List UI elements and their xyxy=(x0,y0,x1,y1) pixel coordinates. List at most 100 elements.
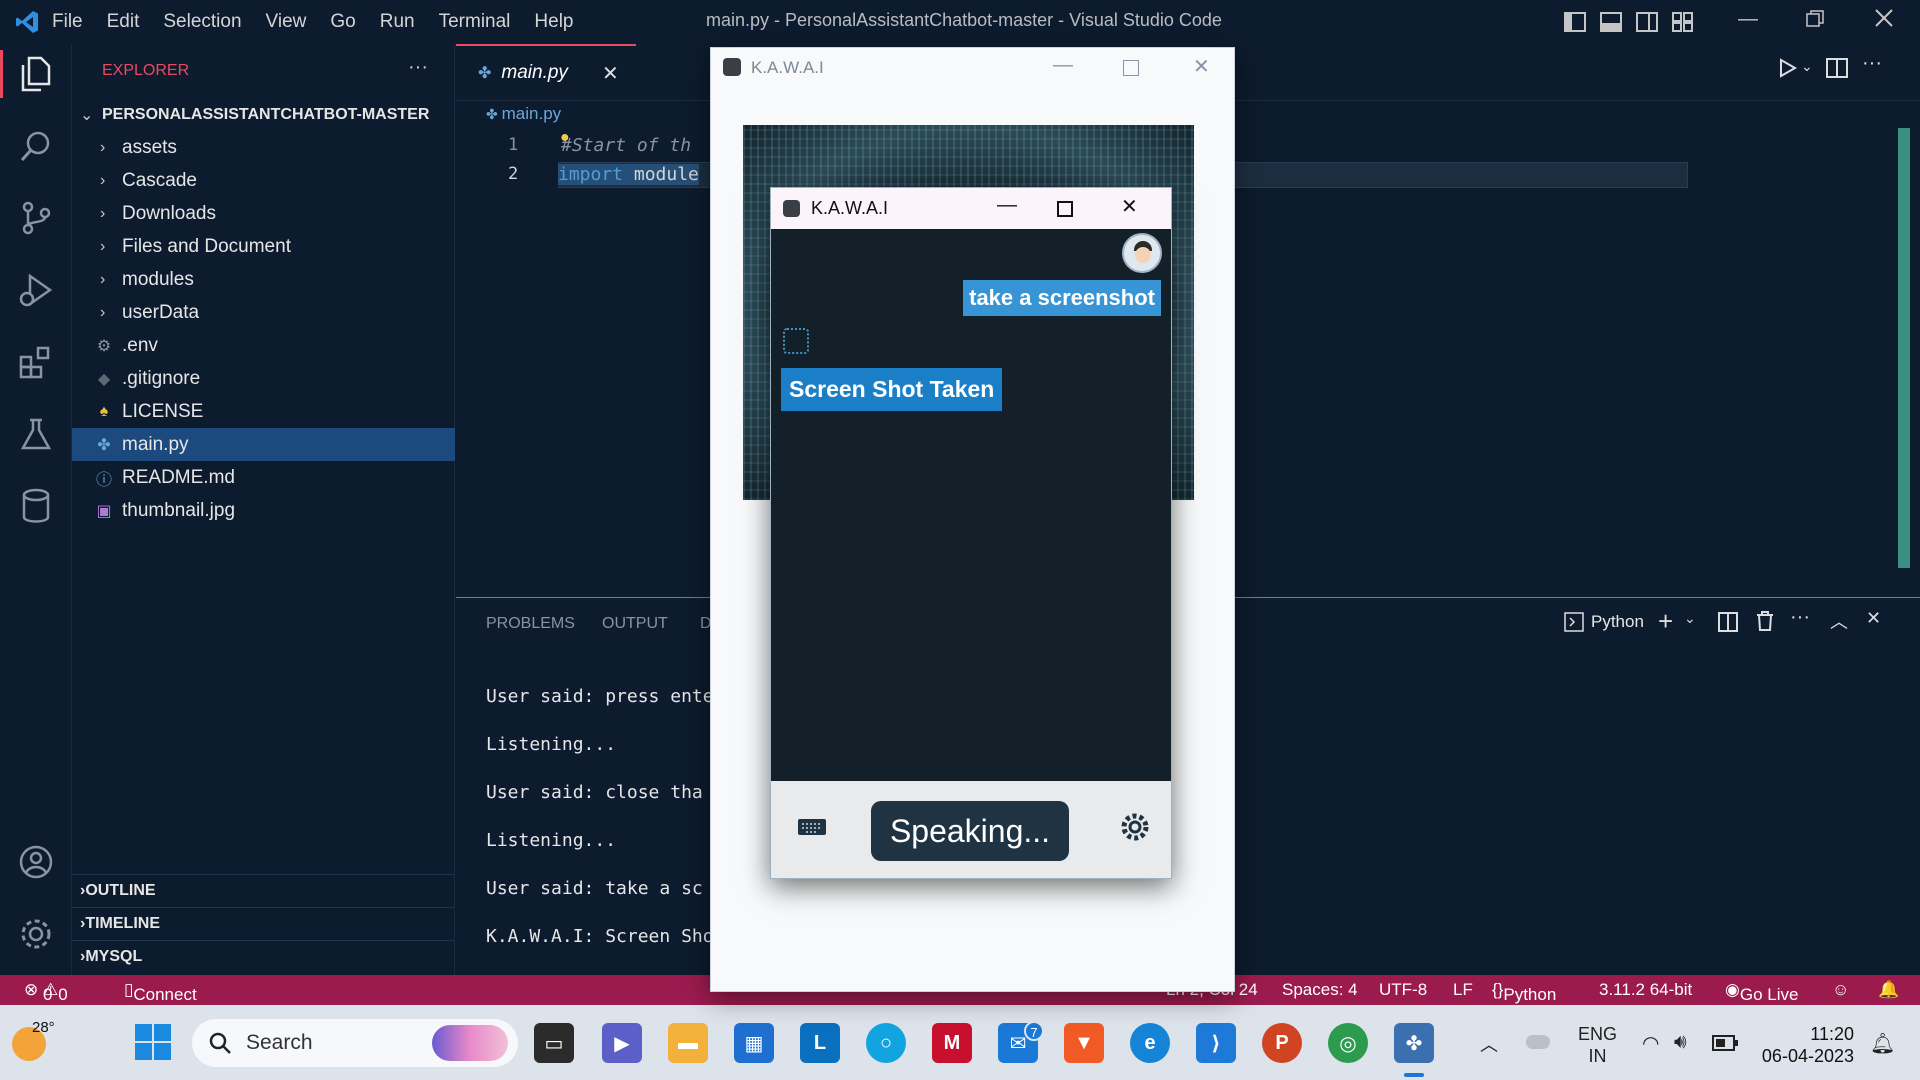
section-timeline[interactable]: › TIMELINE xyxy=(72,907,455,940)
feedback-icon[interactable]: ☺ xyxy=(1832,980,1849,1000)
indentation-status[interactable]: Spaces: 4 xyxy=(1282,980,1358,1000)
database-icon[interactable] xyxy=(14,484,58,528)
run-play-icon[interactable] xyxy=(1778,58,1798,78)
file-explorer-icon[interactable]: ▬ xyxy=(668,1023,708,1063)
onedrive-icon[interactable] xyxy=(1526,1035,1550,1049)
tree-item-env[interactable]: ⚙ .env xyxy=(72,329,455,362)
close-icon[interactable]: ✕ xyxy=(1121,194,1138,219)
powerpoint-icon[interactable]: P xyxy=(1262,1023,1302,1063)
tab-output[interactable]: OUTPUT xyxy=(602,615,668,633)
manage-gear-icon[interactable] xyxy=(14,912,58,956)
menu-run[interactable]: Run xyxy=(380,11,415,33)
settings-gear-icon[interactable] xyxy=(1119,811,1151,843)
tab-problems[interactable]: PROBLEMS xyxy=(486,615,575,633)
menu-go[interactable]: Go xyxy=(330,11,355,33)
edge-browser-icon[interactable]: e xyxy=(1130,1023,1170,1063)
volume-icon[interactable]: 🔊︎ xyxy=(1674,1031,1687,1054)
show-hidden-icons[interactable]: ︿ xyxy=(1480,1031,1498,1057)
tree-item-files-and-document[interactable]: › Files and Document xyxy=(72,230,455,263)
tab-main-py[interactable]: ✤ main.py ✕ xyxy=(456,44,636,100)
problems-status[interactable]: ⊗ 0 ⚠ 0 xyxy=(24,980,68,1004)
menu-help[interactable]: Help xyxy=(534,11,573,33)
run-debug-icon[interactable] xyxy=(14,268,58,312)
lightbulb-icon[interactable]: ● xyxy=(560,129,570,147)
go-live-status[interactable]: ◉ Go Live xyxy=(1725,980,1798,1004)
speaking-button[interactable]: Speaking... xyxy=(871,801,1069,861)
microsoft-store-icon[interactable]: ▦ xyxy=(734,1023,774,1063)
split-terminal-icon[interactable] xyxy=(1718,612,1738,632)
start-windows-icon[interactable] xyxy=(134,1023,172,1061)
tree-item-userdata[interactable]: › userData xyxy=(72,296,455,329)
taskbar-search-box[interactable]: Search xyxy=(192,1019,518,1067)
menu-edit[interactable]: Edit xyxy=(107,11,140,33)
app-l-icon[interactable]: L xyxy=(800,1023,840,1063)
source-control-icon[interactable] xyxy=(14,196,58,240)
testing-icon[interactable] xyxy=(14,412,58,456)
language-indicator[interactable]: ENG IN xyxy=(1578,1023,1617,1067)
python-app-icon[interactable]: ✤ xyxy=(1394,1023,1434,1063)
chrome-icon[interactable]: ◎ xyxy=(1328,1023,1368,1063)
notifications-bell-icon[interactable]: 🔔 xyxy=(1878,980,1899,1000)
language-status[interactable]: {} Python xyxy=(1492,980,1556,1004)
keyboard-icon[interactable] xyxy=(797,817,827,837)
chevron-down-icon[interactable]: ⌄ xyxy=(1801,58,1813,75)
close-icon[interactable] xyxy=(1874,8,1894,28)
restore-icon[interactable] xyxy=(1806,10,1824,28)
customize-layout-icon[interactable] xyxy=(1672,12,1694,32)
vscode-taskbar-icon[interactable]: ⟩ xyxy=(1196,1023,1236,1063)
split-editor-icon[interactable] xyxy=(1826,58,1848,78)
weather-temp[interactable]: 28° xyxy=(32,1019,55,1036)
maximize-panel-icon[interactable]: ︿ xyxy=(1830,608,1848,634)
accounts-icon[interactable] xyxy=(14,840,58,884)
more-actions-icon[interactable]: ··· xyxy=(408,56,428,79)
tree-item-readme[interactable]: ⓘ README.md xyxy=(72,461,455,494)
brave-browser-icon[interactable]: ▼ xyxy=(1064,1023,1104,1063)
encoding-status[interactable]: UTF-8 xyxy=(1379,980,1427,1000)
section-outline[interactable]: › OUTLINE xyxy=(72,874,455,907)
menu-file[interactable]: File xyxy=(52,11,83,33)
task-view-icon[interactable]: ▭ xyxy=(534,1023,574,1063)
connect-status[interactable]: ▯ Connect xyxy=(124,980,197,1004)
trash-icon[interactable] xyxy=(1756,611,1774,631)
minimize-icon[interactable]: — xyxy=(997,194,1017,217)
interpreter-status[interactable]: 3.11.2 64-bit xyxy=(1599,980,1692,1000)
menu-selection[interactable]: Selection xyxy=(163,11,241,33)
clock[interactable]: 11:20 06-04-2023 xyxy=(1760,1023,1854,1067)
tree-item-license[interactable]: ♠ LICENSE xyxy=(72,395,455,428)
maximize-icon[interactable] xyxy=(1057,201,1073,217)
notification-center-icon[interactable]: 🔔︎ xyxy=(1870,1031,1895,1056)
minimize-icon[interactable]: — xyxy=(1738,8,1758,31)
explorer-icon[interactable] xyxy=(14,52,58,96)
close-icon[interactable]: ✕ xyxy=(1193,54,1210,79)
tree-item-modules[interactable]: › modules xyxy=(72,263,455,296)
battery-icon[interactable] xyxy=(1712,1035,1738,1051)
minimap-slider[interactable] xyxy=(1898,128,1910,568)
maximize-icon[interactable] xyxy=(1123,60,1139,76)
toggle-panel-icon[interactable] xyxy=(1600,12,1622,32)
tree-item-main-py[interactable]: ✤ main.py xyxy=(72,428,455,461)
toggle-sidebar-icon[interactable] xyxy=(1564,12,1586,32)
terminal-selector[interactable]: Python xyxy=(1564,612,1644,632)
tree-item-gitignore[interactable]: ◆ .gitignore xyxy=(72,362,455,395)
code-line-2[interactable]: import module xyxy=(558,164,699,185)
section-mysql[interactable]: › MYSQL xyxy=(72,940,455,973)
minimize-icon[interactable]: — xyxy=(1053,54,1073,77)
code-comment[interactable]: #Start of th xyxy=(561,135,691,156)
menu-terminal[interactable]: Terminal xyxy=(439,11,511,33)
tab-close-icon[interactable]: ✕ xyxy=(602,61,619,86)
tree-item-downloads[interactable]: › Downloads xyxy=(72,197,455,230)
tree-item-thumbnail[interactable]: ▣ thumbnail.jpg xyxy=(72,494,455,527)
more-actions-icon[interactable]: ··· xyxy=(1862,52,1882,75)
close-panel-icon[interactable]: ✕ xyxy=(1866,608,1881,629)
workspace-root[interactable]: ⌄ PERSONALASSISTANTCHATBOT-MASTER xyxy=(72,98,455,131)
wifi-icon[interactable]: ◠ xyxy=(1642,1031,1659,1056)
search-icon[interactable] xyxy=(14,124,58,168)
teams-chat-icon[interactable]: ▶ xyxy=(602,1023,642,1063)
cortana-icon[interactable]: ○ xyxy=(866,1023,906,1063)
tree-item-cascade[interactable]: › Cascade xyxy=(72,164,455,197)
tree-item-assets[interactable]: › assets xyxy=(72,131,455,164)
toggle-secondary-sidebar-icon[interactable] xyxy=(1636,12,1658,32)
new-terminal-icon[interactable]: + xyxy=(1658,606,1673,637)
menu-view[interactable]: View xyxy=(266,11,307,33)
more-actions-icon[interactable]: ··· xyxy=(1790,606,1810,629)
